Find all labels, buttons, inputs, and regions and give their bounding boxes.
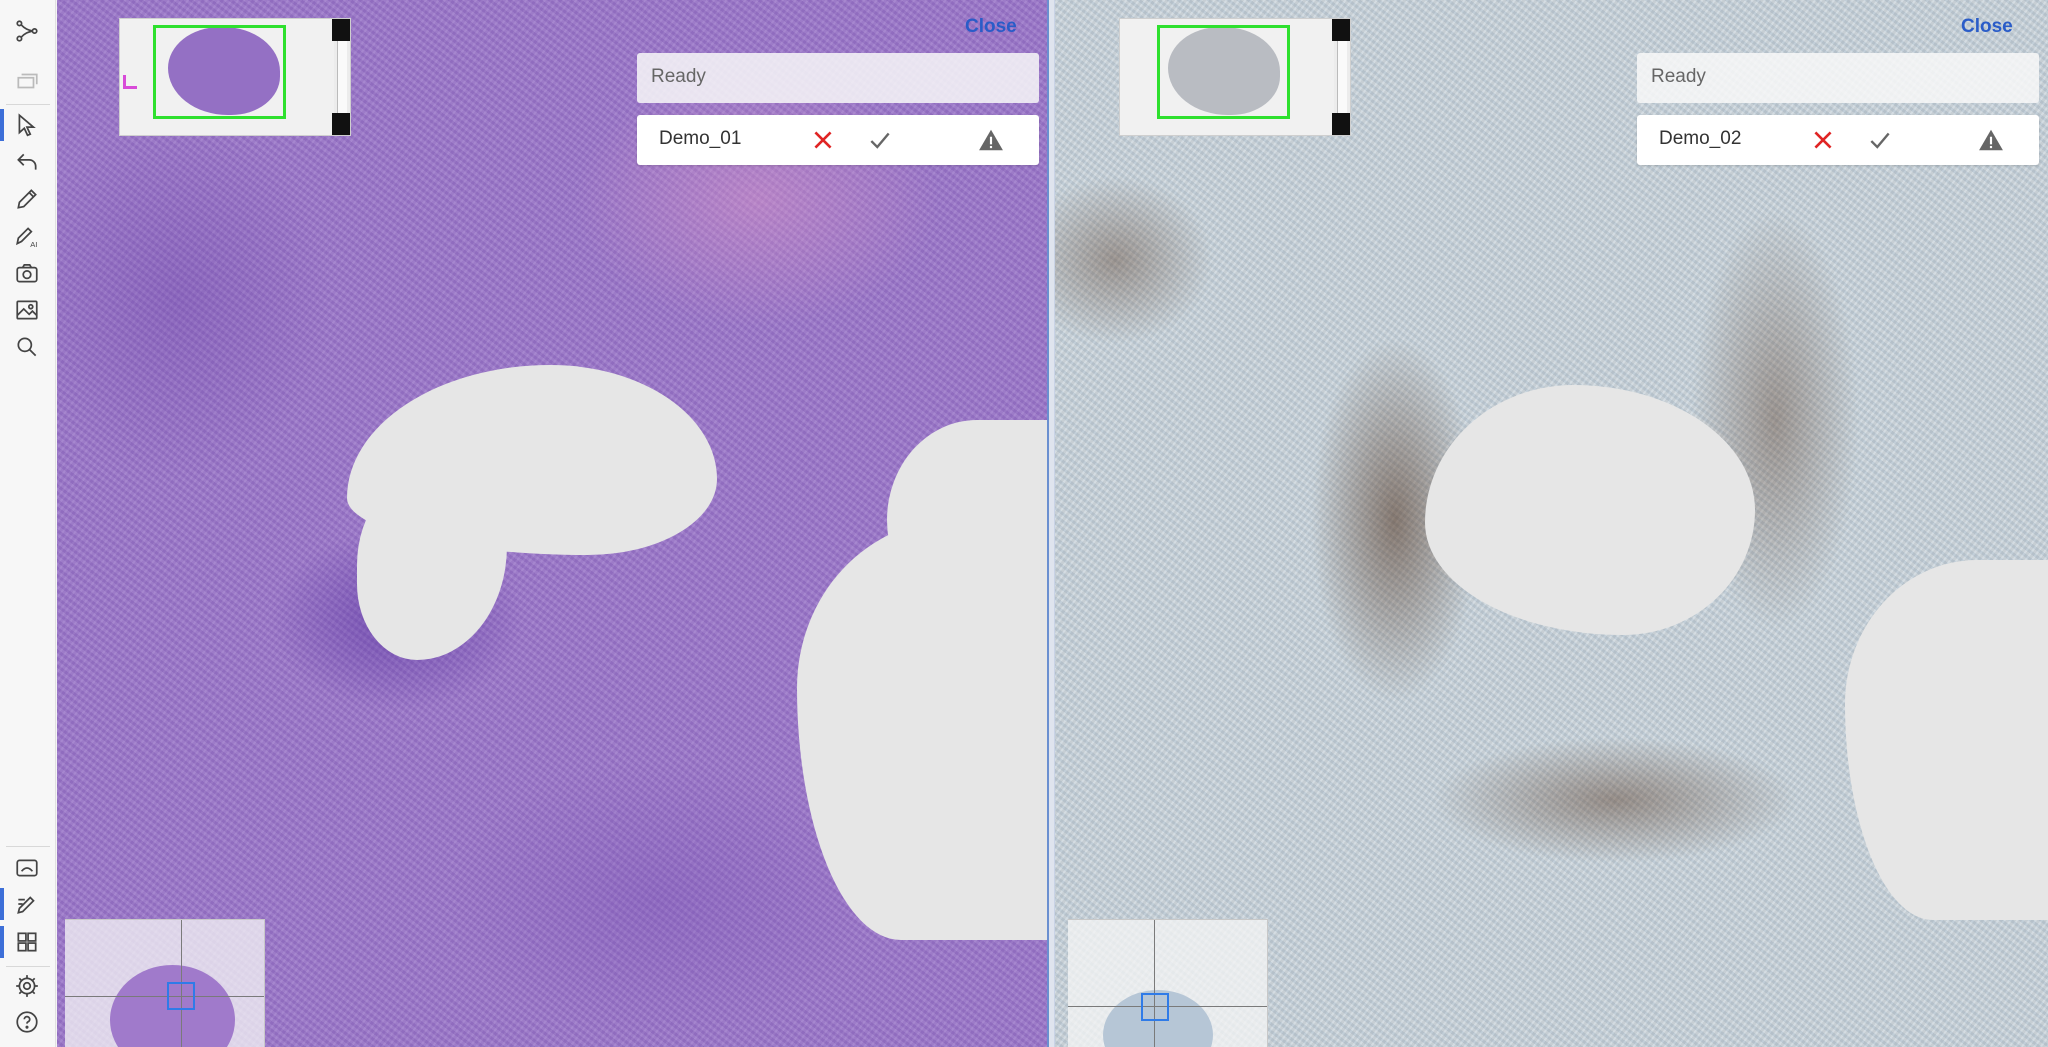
minimap-crosshair-h: [65, 996, 264, 997]
ai-pen-icon[interactable]: AI: [10, 219, 44, 253]
thumbnail-handle-bottom[interactable]: [332, 113, 350, 135]
checkmark-icon: [1870, 132, 1890, 149]
slide-overview-thumbnail[interactable]: [119, 18, 351, 136]
viewer-divider[interactable]: [1047, 0, 1055, 1047]
reject-button[interactable]: [809, 126, 837, 154]
reject-button[interactable]: [1809, 126, 1837, 154]
active-panel-indicator: [0, 888, 4, 920]
layers-icon[interactable]: [10, 64, 44, 98]
warning-icon: [1979, 129, 2003, 151]
close-link[interactable]: Close: [1961, 16, 2013, 38]
undo-icon[interactable]: [10, 145, 44, 179]
thumbnail-handle-bottom[interactable]: [1332, 113, 1350, 135]
slide-scan-icon[interactable]: [10, 851, 44, 885]
slide-viewer-left[interactable]: Close Ready Demo_01: [57, 0, 1047, 1047]
slide-overview-thumbnail[interactable]: [1119, 18, 1351, 136]
pen-icon[interactable]: [10, 182, 44, 216]
status-box: Ready: [637, 53, 1039, 103]
flag-button[interactable]: [977, 126, 1005, 154]
thumbnail-handle-top[interactable]: [1332, 19, 1350, 41]
approve-button[interactable]: [1866, 126, 1894, 154]
navigation-minimap[interactable]: [1068, 919, 1268, 1047]
active-tool-indicator: [0, 109, 4, 141]
slide-label-strip: [1337, 41, 1347, 115]
tool-sidebar: AI: [0, 0, 56, 1047]
camera-icon[interactable]: [10, 256, 44, 290]
annotate-list-icon[interactable]: [10, 887, 44, 921]
slide-row: Demo_01: [637, 115, 1039, 165]
settings-icon[interactable]: [10, 969, 44, 1003]
slide-row: Demo_02: [1637, 115, 2039, 165]
close-x-icon: [1814, 131, 1832, 149]
status-box: Ready: [1637, 53, 2039, 103]
active-layout-indicator: [0, 926, 4, 958]
slide-name: Demo_02: [1659, 128, 1742, 149]
help-icon[interactable]: [10, 1005, 44, 1039]
slide-viewer-right[interactable]: Close Ready Demo_02: [1055, 0, 2048, 1047]
flag-button[interactable]: [1977, 126, 2005, 154]
approve-button[interactable]: [866, 126, 894, 154]
minimap-crosshair-v: [1154, 920, 1155, 1047]
close-link[interactable]: Close: [965, 16, 1017, 38]
annotation-marker: [123, 75, 137, 89]
navigation-minimap[interactable]: [65, 919, 265, 1047]
minimap-focus-box[interactable]: [1141, 993, 1169, 1021]
checkmark-icon: [870, 132, 890, 149]
tissue-void: [1845, 560, 2048, 920]
network-icon[interactable]: [10, 14, 44, 48]
slide-label-strip: [337, 41, 347, 115]
overview-viewport-box[interactable]: [1157, 25, 1290, 119]
overview-viewport-box[interactable]: [153, 25, 286, 119]
image-icon[interactable]: [10, 293, 44, 327]
minimap-focus-box[interactable]: [167, 982, 195, 1010]
close-x-icon: [814, 131, 832, 149]
slide-name: Demo_01: [659, 128, 742, 149]
svg-text:AI: AI: [30, 240, 37, 249]
select-pointer-icon[interactable]: [10, 108, 44, 142]
search-icon[interactable]: [10, 330, 44, 364]
warning-icon: [979, 129, 1003, 151]
grid-layout-icon[interactable]: [10, 925, 44, 959]
thumbnail-handle-top[interactable]: [332, 19, 350, 41]
